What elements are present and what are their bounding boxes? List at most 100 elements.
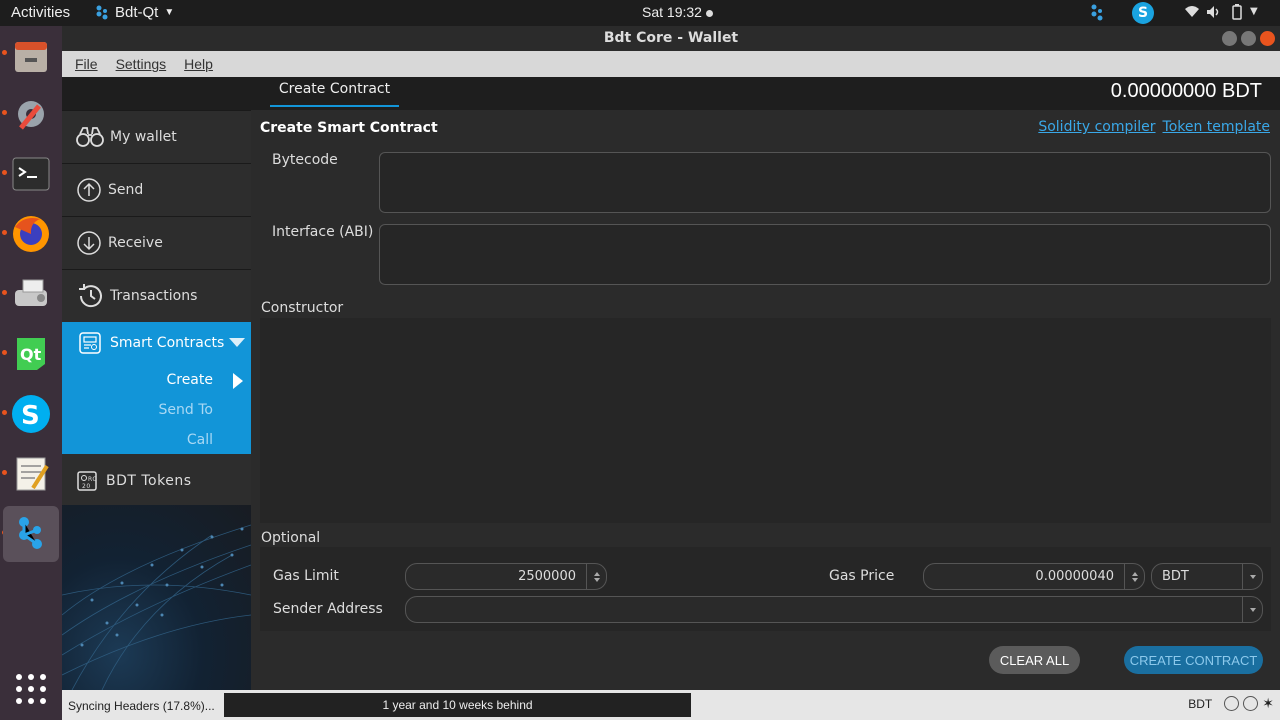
abi-input[interactable] — [379, 224, 1271, 285]
constructor-panel — [260, 318, 1271, 523]
sidebar-item-label: Smart Contracts — [110, 335, 225, 351]
app-menu-label: Bdt-Qt — [115, 4, 159, 21]
menubar: File Settings Help — [62, 51, 1280, 77]
spin-arrows-icon[interactable] — [586, 564, 606, 589]
sidebar-item-label: Transactions — [110, 288, 198, 304]
network-activity-icon: ✶ — [1262, 695, 1274, 711]
smart-contracts-submenu: Create Send To Call — [62, 364, 251, 454]
constructor-label: Constructor — [261, 300, 344, 316]
sidebar-item-my-wallet[interactable]: My wallet — [62, 110, 251, 163]
decorative-network-art — [62, 505, 251, 690]
sync-progress-label: 1 year and 10 weeks behind — [382, 698, 533, 712]
activities-button[interactable]: Activities — [11, 4, 70, 21]
window-title: Bdt Core - Wallet — [603, 30, 739, 46]
svg-text:Qt: Qt — [20, 345, 42, 364]
arrow-up-circle-icon — [77, 178, 101, 202]
volume-icon[interactable] — [1206, 5, 1222, 19]
firefox-dock-icon[interactable] — [7, 210, 55, 258]
sidebar-item-label: Receive — [108, 235, 163, 251]
sidebar-item-smart-contracts[interactable]: Smart Contracts — [62, 322, 251, 364]
files-dock-icon[interactable] — [7, 32, 55, 80]
collapse-triangle-icon[interactable] — [229, 338, 245, 347]
gas-limit-label: Gas Limit — [273, 568, 339, 584]
system-menu-chevron-icon[interactable]: ▼ — [1250, 6, 1258, 17]
submenu-item-send-to[interactable]: Send To — [159, 402, 213, 418]
sidebar-item-tokens[interactable]: RC 20 BDT Tokens — [62, 454, 251, 507]
bdt-tray-icon[interactable] — [1090, 4, 1104, 22]
header-links: Solidity compiler Token template — [1038, 119, 1270, 135]
menu-help[interactable]: Help — [184, 56, 213, 72]
sidebar-item-label: BDT Tokens — [106, 472, 192, 489]
sync-status: Syncing Headers (17.8%)... — [68, 699, 215, 713]
notification-dot-icon — [705, 9, 713, 17]
svg-text:RC: RC — [88, 476, 97, 483]
dropdown-arrow-icon[interactable] — [1242, 597, 1262, 622]
maximize-icon[interactable] — [1241, 31, 1256, 46]
gas-unit-select[interactable]: BDT — [1151, 563, 1263, 590]
sidebar-item-label: Send — [108, 182, 144, 198]
main-panel: Create Contract 0.00000000 BDT Create Sm… — [251, 77, 1280, 690]
bytecode-label: Bytecode — [272, 152, 338, 168]
sender-address-select[interactable] — [405, 596, 1263, 623]
sender-address-label: Sender Address — [273, 601, 383, 617]
status-indicators: BDT ✶ — [1188, 695, 1274, 712]
clock[interactable]: Sat 19:32 — [642, 4, 713, 20]
history-icon — [79, 284, 102, 308]
settings-dock-icon[interactable] — [7, 90, 55, 138]
spin-arrows-icon[interactable] — [1124, 564, 1144, 589]
bytecode-input[interactable] — [379, 152, 1271, 213]
skype-dock-icon[interactable]: S — [7, 390, 55, 438]
show-applications-icon[interactable] — [16, 674, 46, 704]
sidebar-item-receive[interactable]: Receive — [62, 216, 251, 269]
clock-label: Sat 19:32 — [642, 4, 702, 20]
gas-unit-value: BDT — [1162, 569, 1189, 584]
sidebar-item-transactions[interactable]: Transactions — [62, 269, 251, 322]
skype-tray-icon[interactable]: S — [1132, 2, 1154, 24]
close-icon[interactable] — [1260, 31, 1275, 46]
dock: Qt S — [0, 26, 62, 720]
gas-limit-value: 2500000 — [518, 569, 576, 584]
screen: { "topbar": { "activities": "Activities"… — [0, 0, 1280, 720]
minimize-icon[interactable] — [1222, 31, 1237, 46]
submenu-item-create[interactable]: Create — [166, 372, 213, 388]
sidebar-header — [62, 77, 251, 110]
sync-progress-bar: 1 year and 10 weeks behind — [224, 693, 691, 717]
abi-label: Interface (ABI) — [272, 224, 374, 240]
page-title: Create Smart Contract — [260, 120, 438, 136]
qt-creator-dock-icon[interactable]: Qt — [7, 330, 55, 378]
optional-label: Optional — [261, 530, 321, 546]
gas-price-value: 0.00000040 — [1035, 569, 1114, 584]
menu-file[interactable]: File — [75, 56, 98, 72]
gas-price-spinbox[interactable]: 0.00000040 — [923, 563, 1145, 590]
hd-wallet-icon — [1224, 696, 1240, 711]
terminal-dock-icon[interactable] — [7, 150, 55, 198]
solidity-compiler-link[interactable]: Solidity compiler — [1038, 119, 1155, 135]
tab-bar: Create Contract 0.00000000 BDT — [251, 77, 1280, 110]
text-editor-dock-icon[interactable] — [7, 450, 55, 498]
bdt-qt-dock-icon[interactable] — [3, 506, 59, 562]
battery-icon[interactable] — [1232, 4, 1242, 20]
dropdown-arrow-icon[interactable] — [1242, 564, 1262, 589]
clear-all-button[interactable]: CLEAR ALL — [989, 646, 1080, 674]
svg-text:S: S — [21, 401, 40, 431]
submenu-item-call[interactable]: Call — [187, 432, 213, 448]
wifi-icon[interactable] — [1184, 4, 1200, 18]
app-menu[interactable]: Bdt-Qt ▼ — [95, 4, 174, 21]
scanner-dock-icon[interactable] — [7, 270, 55, 318]
bdt-app-icon — [96, 5, 108, 19]
chevron-down-icon: ▼ — [164, 7, 175, 18]
gas-limit-spinbox[interactable]: 2500000 — [405, 563, 607, 590]
menu-settings[interactable]: Settings — [116, 56, 167, 72]
window-titlebar[interactable]: Bdt Core - Wallet — [62, 26, 1280, 51]
tab-create-contract[interactable]: Create Contract — [270, 77, 399, 107]
contract-icon — [79, 332, 101, 354]
status-bar: Syncing Headers (17.8%)... 1 year and 10… — [62, 690, 1280, 720]
wallet-balance: 0.00000000 BDT — [1110, 80, 1262, 102]
sidebar-item-send[interactable]: Send — [62, 163, 251, 216]
unit-label[interactable]: BDT — [1188, 697, 1212, 711]
arrow-down-circle-icon — [77, 231, 101, 255]
create-contract-button[interactable]: CREATE CONTRACT — [1124, 646, 1263, 674]
window-controls — [1222, 31, 1275, 46]
token-template-link[interactable]: Token template — [1163, 119, 1270, 135]
token-icon: RC20 — [77, 470, 97, 491]
